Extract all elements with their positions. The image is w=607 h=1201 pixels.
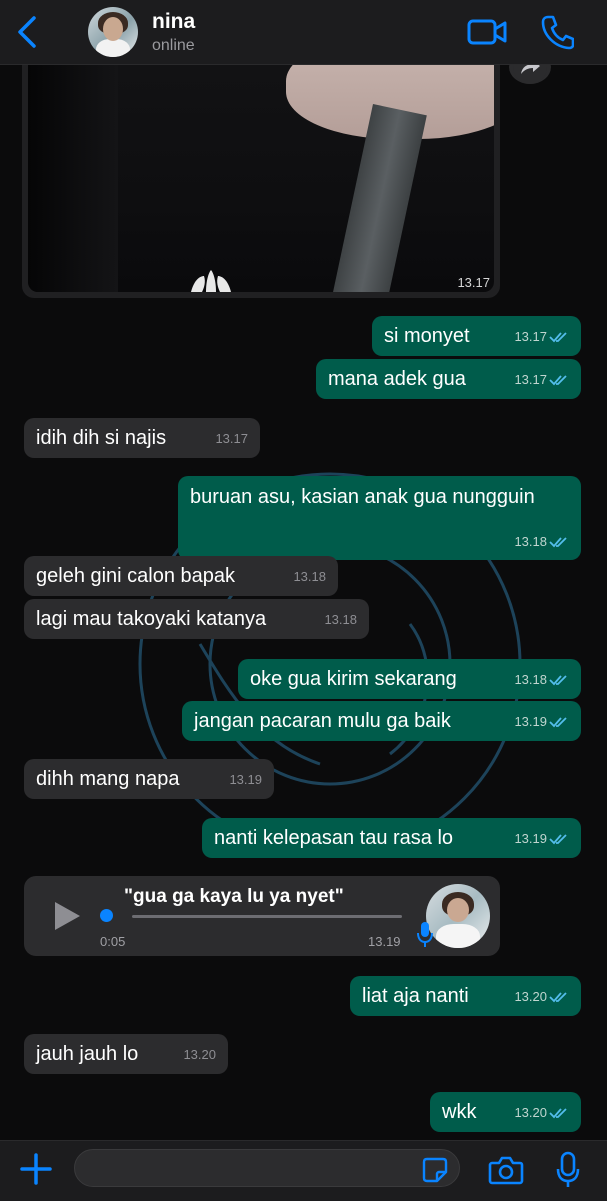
incoming-message[interactable]: lagi mau takoyaki katanya 13.18 (24, 599, 369, 639)
outgoing-message[interactable]: nanti kelepasan tau rasa lo 13.19 (202, 818, 581, 858)
incoming-message[interactable]: geleh gini calon bapak 13.18 (24, 556, 338, 596)
message-input[interactable] (74, 1149, 460, 1187)
trefoil-logo-icon (191, 270, 231, 292)
microphone-icon[interactable] (556, 1151, 580, 1189)
outgoing-message[interactable]: jangan pacaran mulu ga baik 13.19 (182, 701, 581, 741)
outgoing-message[interactable]: liat aja nanti 13.20 (350, 976, 581, 1016)
voice-note-message[interactable]: "gua ga kaya lu ya nyet" 0:05 13.19 (24, 876, 500, 956)
message-timestamp: 13.19 (229, 772, 262, 787)
video-call-icon[interactable] (466, 16, 508, 48)
read-receipt-icon (549, 717, 567, 728)
message-timestamp: 13.19 (514, 714, 547, 729)
message-text: oke gua kirim sekarang (250, 668, 457, 690)
message-timestamp: 13.19 (514, 831, 547, 846)
voice-progress-track[interactable] (132, 915, 402, 918)
voice-sender-avatar (426, 884, 490, 948)
phone-call-icon[interactable] (540, 14, 574, 50)
voice-note-duration: 0:05 (100, 934, 126, 949)
photo-timestamp: 13.17 (457, 275, 490, 290)
message-timestamp: 13.18 (293, 569, 326, 584)
contact-status: online (152, 37, 195, 54)
message-text: dihh mang napa (36, 768, 180, 790)
message-text: geleh gini calon bapak (36, 565, 236, 587)
message-text: liat aja nanti (362, 985, 469, 1007)
message-text: jangan pacaran mulu ga baik (194, 710, 451, 732)
read-receipt-icon (549, 834, 567, 845)
message-text: mana adek gua (328, 368, 466, 390)
message-text: wkk (442, 1101, 477, 1123)
photo-image[interactable] (28, 64, 494, 292)
message-composer (0, 1140, 607, 1201)
message-timestamp: 13.20 (514, 1105, 547, 1120)
read-receipt-icon (549, 675, 567, 686)
sticker-icon[interactable] (422, 1157, 448, 1183)
message-text: idih dih si najis (36, 427, 167, 449)
outgoing-message[interactable]: buruan asu, kasian anak gua nungguin 13.1… (178, 476, 581, 560)
message-text: lagi mau takoyaki katanya (36, 608, 267, 630)
message-timestamp: 13.18 (514, 534, 547, 549)
message-text: si monyet (384, 325, 470, 347)
voice-note-caption: "gua ga kaya lu ya nyet" (124, 886, 344, 907)
message-text: nanti kelepasan tau rasa lo (214, 827, 454, 849)
read-receipt-icon (549, 1108, 567, 1119)
photo-message[interactable]: 13.17 (22, 64, 500, 298)
read-receipt-icon (549, 332, 567, 343)
message-text: buruan asu, kasian anak gua nungguin (190, 486, 535, 508)
back-chevron-icon[interactable] (14, 14, 44, 50)
chat-header: nina online (0, 0, 607, 65)
outgoing-message[interactable]: mana adek gua 13.17 (316, 359, 581, 399)
read-receipt-icon (549, 537, 567, 548)
voice-progress-handle[interactable] (100, 909, 113, 922)
message-timestamp: 13.17 (514, 329, 547, 344)
incoming-message[interactable]: idih dih si najis 13.17 (24, 418, 260, 458)
play-icon[interactable] (52, 900, 82, 932)
incoming-message[interactable]: dihh mang napa 13.19 (24, 759, 274, 799)
contact-avatar[interactable] (88, 7, 138, 57)
message-timestamp: 13.18 (514, 672, 547, 687)
read-receipt-icon (549, 992, 567, 1003)
message-timestamp: 13.17 (514, 372, 547, 387)
message-timestamp: 13.20 (514, 989, 547, 1004)
voice-note-timestamp: 13.19 (368, 934, 401, 949)
microphone-icon (417, 922, 433, 947)
message-timestamp: 13.17 (215, 431, 248, 446)
plus-icon[interactable] (18, 1151, 54, 1187)
contact-name[interactable]: nina (152, 10, 195, 34)
message-timestamp: 13.18 (324, 612, 357, 627)
incoming-message[interactable]: jauh jauh lo 13.20 (24, 1034, 228, 1074)
outgoing-message[interactable]: wkk 13.20 (430, 1092, 581, 1132)
message-text: jauh jauh lo (36, 1043, 139, 1065)
camera-icon[interactable] (488, 1155, 524, 1185)
message-timestamp: 13.20 (183, 1047, 216, 1062)
read-receipt-icon (549, 375, 567, 386)
outgoing-message[interactable]: si monyet 13.17 (372, 316, 581, 356)
outgoing-message[interactable]: oke gua kirim sekarang 13.18 (238, 659, 581, 699)
